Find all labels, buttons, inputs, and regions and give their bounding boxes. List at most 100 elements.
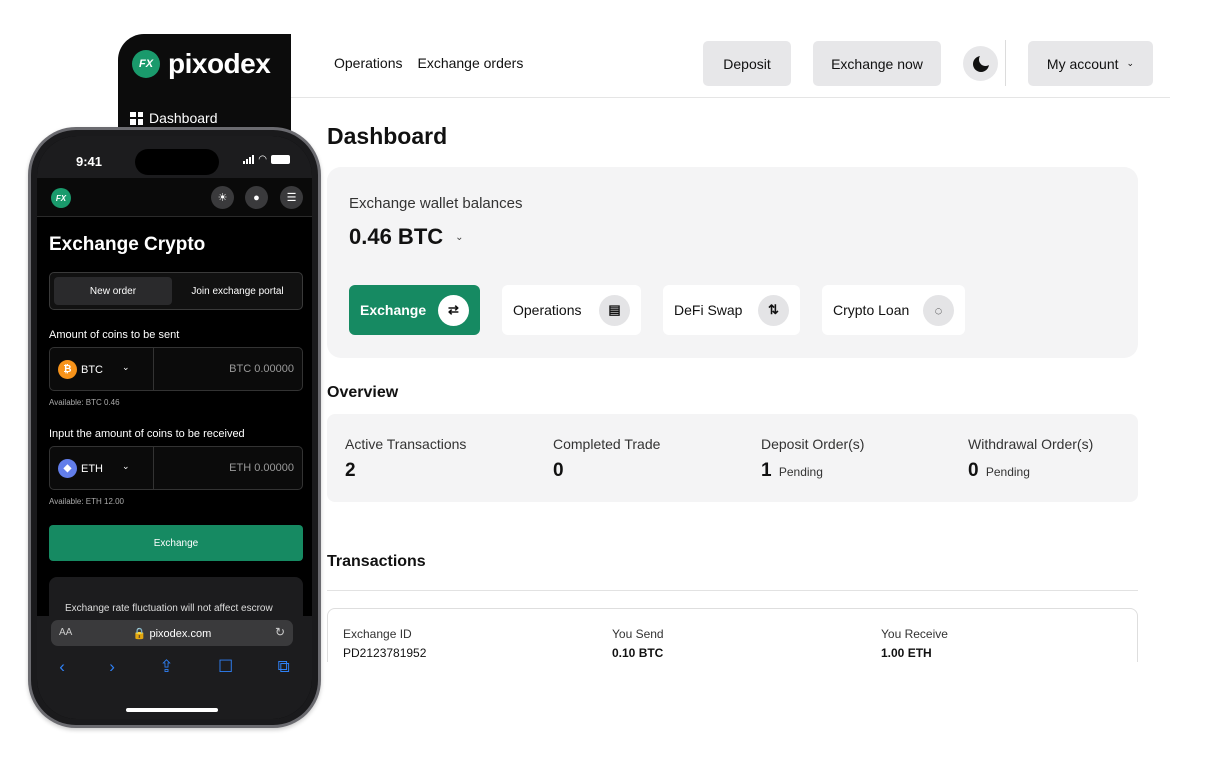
sidebar-item-label: Dashboard (149, 110, 218, 126)
dynamic-island (135, 149, 219, 175)
moon-icon (972, 52, 992, 72)
crypto-loan-action-button[interactable]: Crypto Loan ◌ (822, 285, 965, 335)
receive-label: Input the amount of coins to be received (49, 428, 245, 440)
user-icon[interactable]: ● (245, 186, 268, 209)
action-label: Operations (513, 302, 582, 318)
grid-icon (130, 111, 143, 125)
overview-title: Overview (327, 384, 399, 401)
overview-label: Deposit Order(s) (761, 436, 865, 452)
reload-icon[interactable]: ↻ (275, 625, 285, 639)
app-header: FX ☀ ● ☰ (37, 178, 312, 217)
divider (153, 447, 154, 489)
divider (327, 590, 1138, 591)
nav-exchange-orders[interactable]: Exchange orders (417, 55, 523, 71)
tx-you-send: You Send 0.10 BTC (612, 627, 664, 660)
chevron-down-icon: ⌄ (122, 461, 130, 471)
divider (153, 348, 154, 390)
balance-selector[interactable]: 0.46 BTC ⌄ (349, 224, 464, 250)
receive-available: Available: ETH 12.00 (49, 497, 125, 506)
exchange-action-button[interactable]: Exchange ⇄ (349, 285, 480, 335)
coin-selector[interactable]: ◆ ETH (58, 459, 103, 478)
theme-toggle-button[interactable] (963, 46, 998, 81)
receive-amount-input[interactable]: ETH 0.00000 (229, 462, 294, 474)
ethereum-icon: ◆ (58, 459, 77, 478)
overview-value: 2 (345, 460, 356, 481)
coin-selector[interactable]: ₿ BTC (58, 360, 103, 379)
transactions-title: Transactions (327, 553, 426, 570)
overview-withdrawal: Withdrawal Order(s) 0 Pending (968, 436, 1093, 482)
overview-completed: Completed Trade 0 (553, 436, 660, 482)
exchange-now-button[interactable]: Exchange now (813, 41, 941, 86)
overview-value: 1 Pending (761, 460, 823, 481)
send-label: Amount of coins to be sent (49, 329, 180, 341)
up-down-arrows-icon: ⇅ (758, 294, 789, 326)
divider (1005, 40, 1006, 86)
status-time: 9:41 (76, 154, 103, 169)
browser-toolbar: AA 🔒 pixodex.com ↻ ‹ › ⇪ ☐ ⧉ (37, 616, 312, 719)
overview-deposit: Deposit Order(s) 1 Pending (761, 436, 864, 482)
sidebar-item-dashboard[interactable]: Dashboard (130, 110, 218, 126)
brand-logo[interactable]: FX pixodex (132, 48, 271, 80)
wallet-card: Exchange wallet balances 0.46 BTC ⌄ Exch… (327, 167, 1138, 358)
overview-label: Completed Trade (553, 436, 661, 452)
tab-join-portal[interactable]: Join exchange portal (175, 277, 300, 305)
page-title: Dashboard (327, 123, 448, 149)
chevron-down-icon: ⌄ (1126, 58, 1135, 68)
top-bar: Operations Exchange orders Deposit Excha… (291, 34, 1170, 98)
brand-name: pixodex (168, 48, 271, 79)
wifi-icon: ◠ (258, 154, 267, 165)
swap-icon: ⇄ (438, 294, 469, 326)
browser-nav: ‹ › ⇪ ☐ ⧉ (37, 657, 312, 677)
back-icon[interactable]: ‹ (59, 657, 65, 677)
overview-value: 0 (553, 460, 564, 481)
action-label: Exchange (360, 302, 427, 318)
send-amount-field[interactable]: ₿ BTC ⌄ BTC 0.00000 (49, 347, 303, 391)
tabs-icon[interactable]: ⧉ (278, 657, 290, 677)
bookmarks-icon[interactable]: ☐ (218, 657, 233, 677)
table-row[interactable]: Exchange ID PD2123781952 You Send 0.10 B… (327, 608, 1138, 662)
deposit-button[interactable]: Deposit (703, 41, 791, 86)
my-account-button[interactable]: My account ⌄ (1028, 41, 1153, 86)
tx-exchange-id: Exchange ID PD2123781952 (343, 627, 427, 660)
chevron-down-icon: ⌄ (455, 231, 464, 243)
chevron-down-icon: ⌄ (122, 362, 130, 372)
exchange-button[interactable]: Exchange (49, 525, 303, 561)
wallet-label: Exchange wallet balances (349, 195, 523, 212)
defi-swap-action-button[interactable]: DeFi Swap ⇅ (663, 285, 800, 335)
order-tabs: New order Join exchange portal (49, 272, 303, 310)
wallet-balance: 0.46 BTC (349, 224, 444, 249)
logo-mark-icon[interactable]: FX (51, 188, 71, 208)
address-bar[interactable]: AA 🔒 pixodex.com ↻ (51, 620, 293, 646)
overview-label: Withdrawal Order(s) (968, 436, 1094, 452)
tab-new-order[interactable]: New order (54, 277, 172, 305)
logo-mark-icon: FX (132, 50, 160, 78)
receive-amount-field[interactable]: ◆ ETH ⌄ ETH 0.00000 (49, 446, 303, 490)
share-icon[interactable]: ⇪ (159, 657, 173, 677)
status-bar: 9:41 ◠ (37, 136, 312, 178)
action-label: DeFi Swap (674, 302, 743, 318)
menu-icon[interactable]: ☰ (280, 186, 303, 209)
nav-operations[interactable]: Operations (334, 55, 402, 71)
loop-icon: ◌ (923, 294, 954, 326)
phone-page-title: Exchange Crypto (49, 234, 206, 255)
overview-panel: Active Transactions 2 Completed Trade 0 … (327, 414, 1138, 502)
top-nav: Operations Exchange orders (334, 55, 523, 71)
receipt-icon: ▤ (599, 294, 630, 326)
battery-icon (271, 155, 290, 164)
sun-icon[interactable]: ☀ (211, 186, 234, 209)
operations-action-button[interactable]: Operations ▤ (502, 285, 641, 335)
forward-icon[interactable]: › (109, 657, 115, 677)
phone-mockup: 9:41 ◠ FX ☀ ● ☰ Exchange Crypto New orde… (28, 127, 321, 728)
signal-icon (243, 155, 255, 164)
my-account-label: My account (1046, 55, 1119, 72)
send-available: Available: BTC 0.46 (49, 398, 120, 407)
status-icons: ◠ (243, 154, 290, 165)
overview-label: Active Transactions (345, 436, 467, 452)
overview-active: Active Transactions 2 (345, 436, 466, 482)
url-text: 🔒 pixodex.com (132, 628, 212, 640)
send-amount-input[interactable]: BTC 0.00000 (229, 363, 294, 375)
action-label: Crypto Loan (833, 302, 910, 318)
overview-value: 0 Pending (968, 460, 1030, 481)
tx-you-receive: You Receive 1.00 ETH (881, 627, 948, 660)
screenshot-stage: FX pixodex Dashboard Operations Exchange… (0, 0, 1210, 757)
